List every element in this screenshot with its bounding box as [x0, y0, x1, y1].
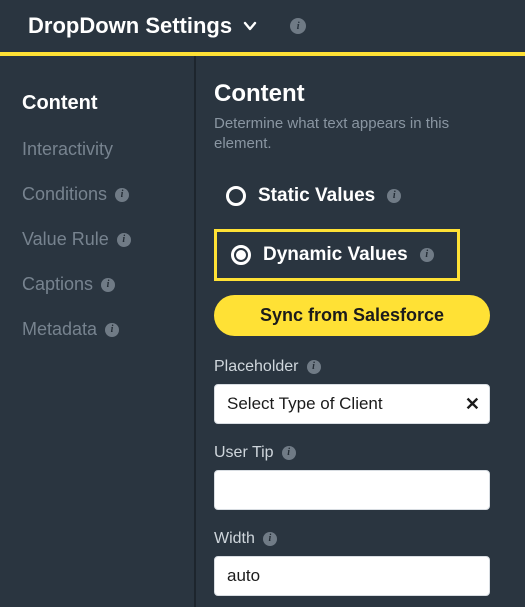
placeholder-label: Placeholder i — [214, 358, 507, 376]
info-icon[interactable]: i — [117, 233, 131, 247]
clear-icon[interactable]: ✕ — [465, 395, 480, 413]
info-icon[interactable]: i — [115, 188, 129, 202]
info-icon[interactable]: i — [282, 446, 296, 460]
radio-label: Dynamic Values — [263, 244, 408, 266]
sidebar-item-label: Value Rule — [22, 229, 109, 250]
values-radio-group: Static Values i — [214, 177, 507, 215]
info-icon[interactable]: i — [105, 323, 119, 337]
user-tip-label: User Tip i — [214, 444, 507, 462]
content-panel: Content Determine what text appears in t… — [196, 56, 525, 607]
width-input[interactable] — [214, 556, 490, 596]
field-label-text: User Tip — [214, 444, 274, 462]
info-icon[interactable]: i — [263, 532, 277, 546]
content-title: Content — [214, 80, 507, 108]
info-icon[interactable]: i — [290, 18, 306, 34]
placeholder-input[interactable] — [214, 384, 490, 424]
sidebar-item-label: Interactivity — [22, 139, 113, 160]
sidebar-item-label: Conditions — [22, 184, 107, 205]
sidebar-item-interactivity[interactable]: Interactivity — [0, 127, 194, 172]
sidebar-item-metadata[interactable]: Metadata i — [0, 307, 194, 352]
info-icon[interactable]: i — [101, 278, 115, 292]
width-field-block: Width i — [214, 530, 507, 596]
info-icon[interactable]: i — [307, 360, 321, 374]
sidebar: Content Interactivity Conditions i Value… — [0, 56, 196, 607]
radio-static-values[interactable]: Static Values i — [214, 177, 507, 215]
radio-icon — [231, 245, 251, 265]
sync-from-salesforce-button[interactable]: Sync from Salesforce — [214, 295, 490, 336]
radio-icon — [226, 186, 246, 206]
width-label: Width i — [214, 530, 507, 548]
sidebar-item-captions[interactable]: Captions i — [0, 262, 194, 307]
panel-header: DropDown Settings i — [0, 0, 525, 56]
field-label-text: Placeholder — [214, 358, 299, 376]
sidebar-item-label: Content — [22, 92, 98, 115]
user-tip-input[interactable] — [214, 470, 490, 510]
radio-dynamic-values[interactable]: Dynamic Values i — [219, 236, 455, 274]
sidebar-item-label: Metadata — [22, 319, 97, 340]
highlighted-selection: Dynamic Values i — [214, 229, 460, 281]
field-label-text: Width — [214, 530, 255, 548]
info-icon[interactable]: i — [387, 189, 401, 203]
sidebar-item-content[interactable]: Content — [0, 80, 194, 127]
sidebar-item-label: Captions — [22, 274, 93, 295]
info-icon[interactable]: i — [420, 248, 434, 262]
chevron-down-icon[interactable] — [242, 18, 258, 34]
user-tip-field-block: User Tip i — [214, 444, 507, 510]
placeholder-field-block: Placeholder i ✕ — [214, 358, 507, 424]
panel-title: DropDown Settings — [28, 13, 232, 39]
sidebar-item-conditions[interactable]: Conditions i — [0, 172, 194, 217]
content-description: Determine what text appears in this elem… — [214, 114, 494, 155]
sidebar-item-value-rule[interactable]: Value Rule i — [0, 217, 194, 262]
radio-label: Static Values — [258, 185, 375, 207]
